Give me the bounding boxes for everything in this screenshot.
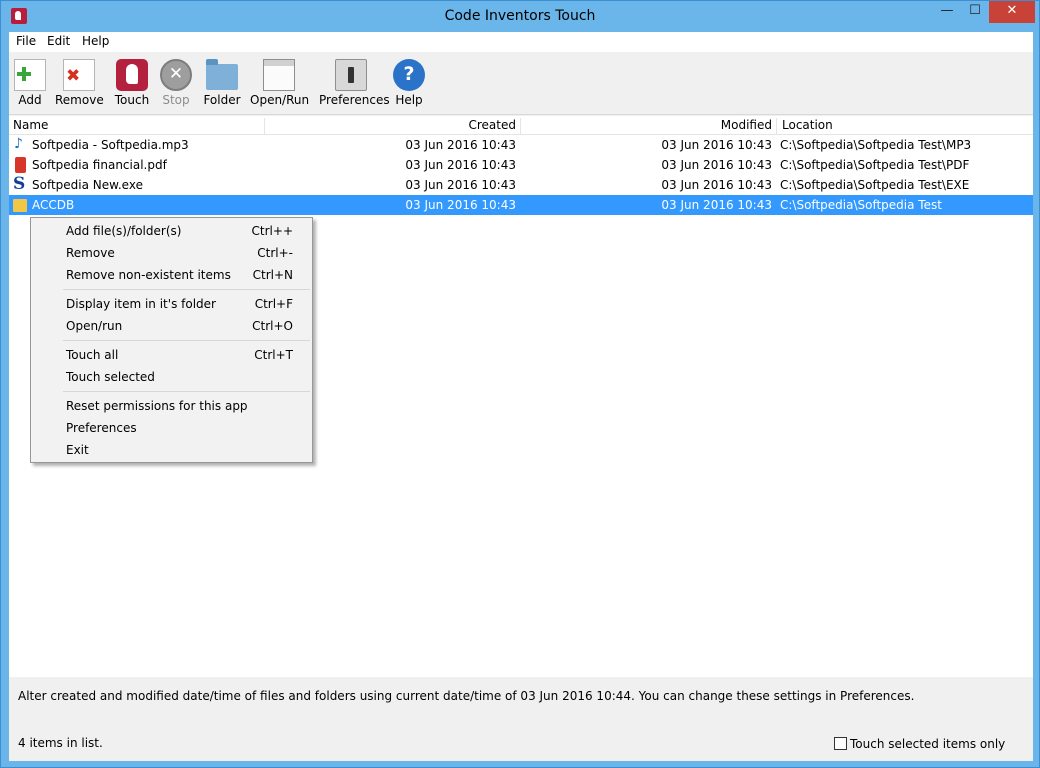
app-window: Code Inventors Touch — ☐ ✕ File Edit Hel… (0, 0, 1040, 768)
menu-item-open-run[interactable]: Open/run Ctrl+O (33, 315, 310, 337)
touch-label: Touch (114, 93, 150, 107)
menu-item-preferences[interactable]: Preferences (33, 417, 310, 439)
menu-item-shortcut: Ctrl+N (252, 268, 293, 282)
help-button[interactable]: Help (390, 56, 428, 112)
file-created: 03 Jun 2016 10:43 (405, 198, 516, 212)
preferences-label: Preferences (319, 93, 390, 107)
file-created: 03 Jun 2016 10:43 (405, 178, 516, 192)
menu-item-display-in-folder[interactable]: Display item in it's folder Ctrl+F (33, 293, 310, 315)
file-name: ACCDB (32, 198, 75, 212)
menu-separator (63, 340, 310, 341)
file-name: Softpedia New.exe (32, 178, 143, 192)
file-created: 03 Jun 2016 10:43 (405, 158, 516, 172)
column-modified[interactable]: Modified (521, 118, 777, 135)
preferences-button[interactable]: Preferences (319, 56, 390, 112)
touch-selected-only-label[interactable]: Touch selected items only (850, 737, 1005, 751)
file-location: C:\Softpedia\Softpedia Test\EXE (780, 178, 970, 192)
add-button[interactable]: Add (13, 56, 47, 112)
folder-button[interactable]: Folder (202, 56, 242, 112)
close-button[interactable]: ✕ (989, 1, 1035, 23)
menu-item-shortcut: Ctrl++ (251, 224, 293, 238)
menu-item-label: Touch selected (66, 370, 155, 384)
menu-separator (63, 289, 310, 290)
add-label: Add (18, 93, 42, 107)
remove-label: Remove (55, 93, 104, 107)
menu-item-label: Touch all (66, 348, 119, 362)
minimize-button[interactable]: — (933, 1, 961, 23)
menu-item-remove[interactable]: Remove Ctrl+- (33, 242, 310, 264)
menu-separator (63, 391, 310, 392)
touch-icon (116, 59, 148, 91)
file-modified: 03 Jun 2016 10:43 (661, 158, 772, 172)
file-name: Softpedia - Softpedia.mp3 (32, 138, 189, 152)
add-file-icon (14, 59, 46, 91)
table-row[interactable]: Softpedia financial.pdf 03 Jun 2016 10:4… (9, 155, 1033, 175)
help-label: Help (395, 93, 423, 107)
table-row[interactable]: Softpedia New.exe 03 Jun 2016 10:43 03 J… (9, 174, 1033, 195)
title-bar[interactable]: Code Inventors Touch — ☐ ✕ (1, 1, 1039, 32)
switch-icon (335, 59, 367, 91)
stop-label: Stop (162, 93, 190, 107)
help-icon (393, 59, 425, 91)
menu-item-label: Preferences (66, 421, 137, 435)
status-description: Alter created and modified date/time of … (18, 689, 915, 703)
menu-item-label: Reset permissions for this app (66, 399, 248, 413)
open-run-label: Open/Run (250, 93, 310, 107)
menu-item-label: Remove non-existent items (66, 268, 231, 282)
stop-icon (160, 59, 192, 91)
menu-help[interactable]: Help (82, 34, 109, 48)
file-name: Softpedia financial.pdf (32, 158, 167, 172)
file-created: 03 Jun 2016 10:43 (405, 138, 516, 152)
menu-item-shortcut: Ctrl+- (257, 246, 293, 260)
folder-label: Folder (203, 93, 241, 107)
remove-button[interactable]: Remove (55, 56, 104, 112)
menu-item-label: Remove (66, 246, 115, 260)
stop-button[interactable]: Stop (159, 56, 193, 112)
maximize-button[interactable]: ☐ (961, 1, 989, 23)
toolbar: Add Remove Touch Stop Folder Open/Run (9, 53, 1033, 115)
item-count: 4 items in list. (18, 736, 103, 750)
table-row-selected[interactable]: ACCDB 03 Jun 2016 10:43 03 Jun 2016 10:4… (9, 195, 1033, 215)
file-modified: 03 Jun 2016 10:43 (661, 198, 772, 212)
file-modified: 03 Jun 2016 10:43 (661, 178, 772, 192)
file-location: C:\Softpedia\Softpedia Test\MP3 (780, 138, 972, 152)
menu-edit[interactable]: Edit (47, 34, 70, 48)
column-created[interactable]: Created (265, 118, 521, 135)
menu-item-label: Add file(s)/folder(s) (66, 224, 182, 238)
folder-icon (206, 59, 238, 90)
window-title: Code Inventors Touch (444, 8, 596, 24)
menu-item-remove-nonexistent[interactable]: Remove non-existent items Ctrl+N (33, 264, 310, 286)
menu-file[interactable]: File (16, 34, 36, 48)
file-location: C:\Softpedia\Softpedia Test (780, 198, 942, 212)
menu-item-add[interactable]: Add file(s)/folder(s) Ctrl++ (33, 220, 310, 242)
column-name[interactable]: Name (9, 118, 265, 135)
list-header: Name Created Modified Location (9, 116, 1033, 135)
menu-item-label: Display item in it's folder (66, 297, 216, 311)
touch-selected-only-checkbox[interactable] (834, 737, 847, 750)
menu-item-reset-permissions[interactable]: Reset permissions for this app (33, 395, 310, 417)
open-run-button[interactable]: Open/Run (250, 56, 310, 112)
menu-item-exit[interactable]: Exit (33, 439, 310, 461)
remove-file-icon (63, 59, 95, 91)
pdf-file-icon (15, 157, 26, 173)
menu-item-label: Exit (66, 443, 89, 457)
menu-bar: File Edit Help (9, 32, 1033, 52)
folder-icon (13, 199, 27, 212)
table-row[interactable]: Softpedia - Softpedia.mp3 03 Jun 2016 10… (9, 135, 1033, 155)
menu-item-touch-all[interactable]: Touch all Ctrl+T (33, 344, 310, 366)
touch-button[interactable]: Touch (112, 56, 152, 112)
mp3-file-icon (13, 136, 27, 153)
window-icon (263, 59, 295, 91)
menu-item-shortcut: Ctrl+T (254, 348, 293, 362)
menu-item-shortcut: Ctrl+F (254, 297, 293, 311)
file-modified: 03 Jun 2016 10:43 (661, 138, 772, 152)
file-location: C:\Softpedia\Softpedia Test\PDF (780, 158, 970, 172)
menu-item-label: Open/run (66, 319, 123, 333)
context-menu: Add file(s)/folder(s) Ctrl++ Remove Ctrl… (30, 217, 313, 463)
menu-item-touch-selected[interactable]: Touch selected (33, 366, 310, 388)
column-location[interactable]: Location (777, 118, 1033, 135)
exe-file-icon (13, 174, 27, 194)
menu-item-shortcut: Ctrl+O (252, 319, 293, 333)
